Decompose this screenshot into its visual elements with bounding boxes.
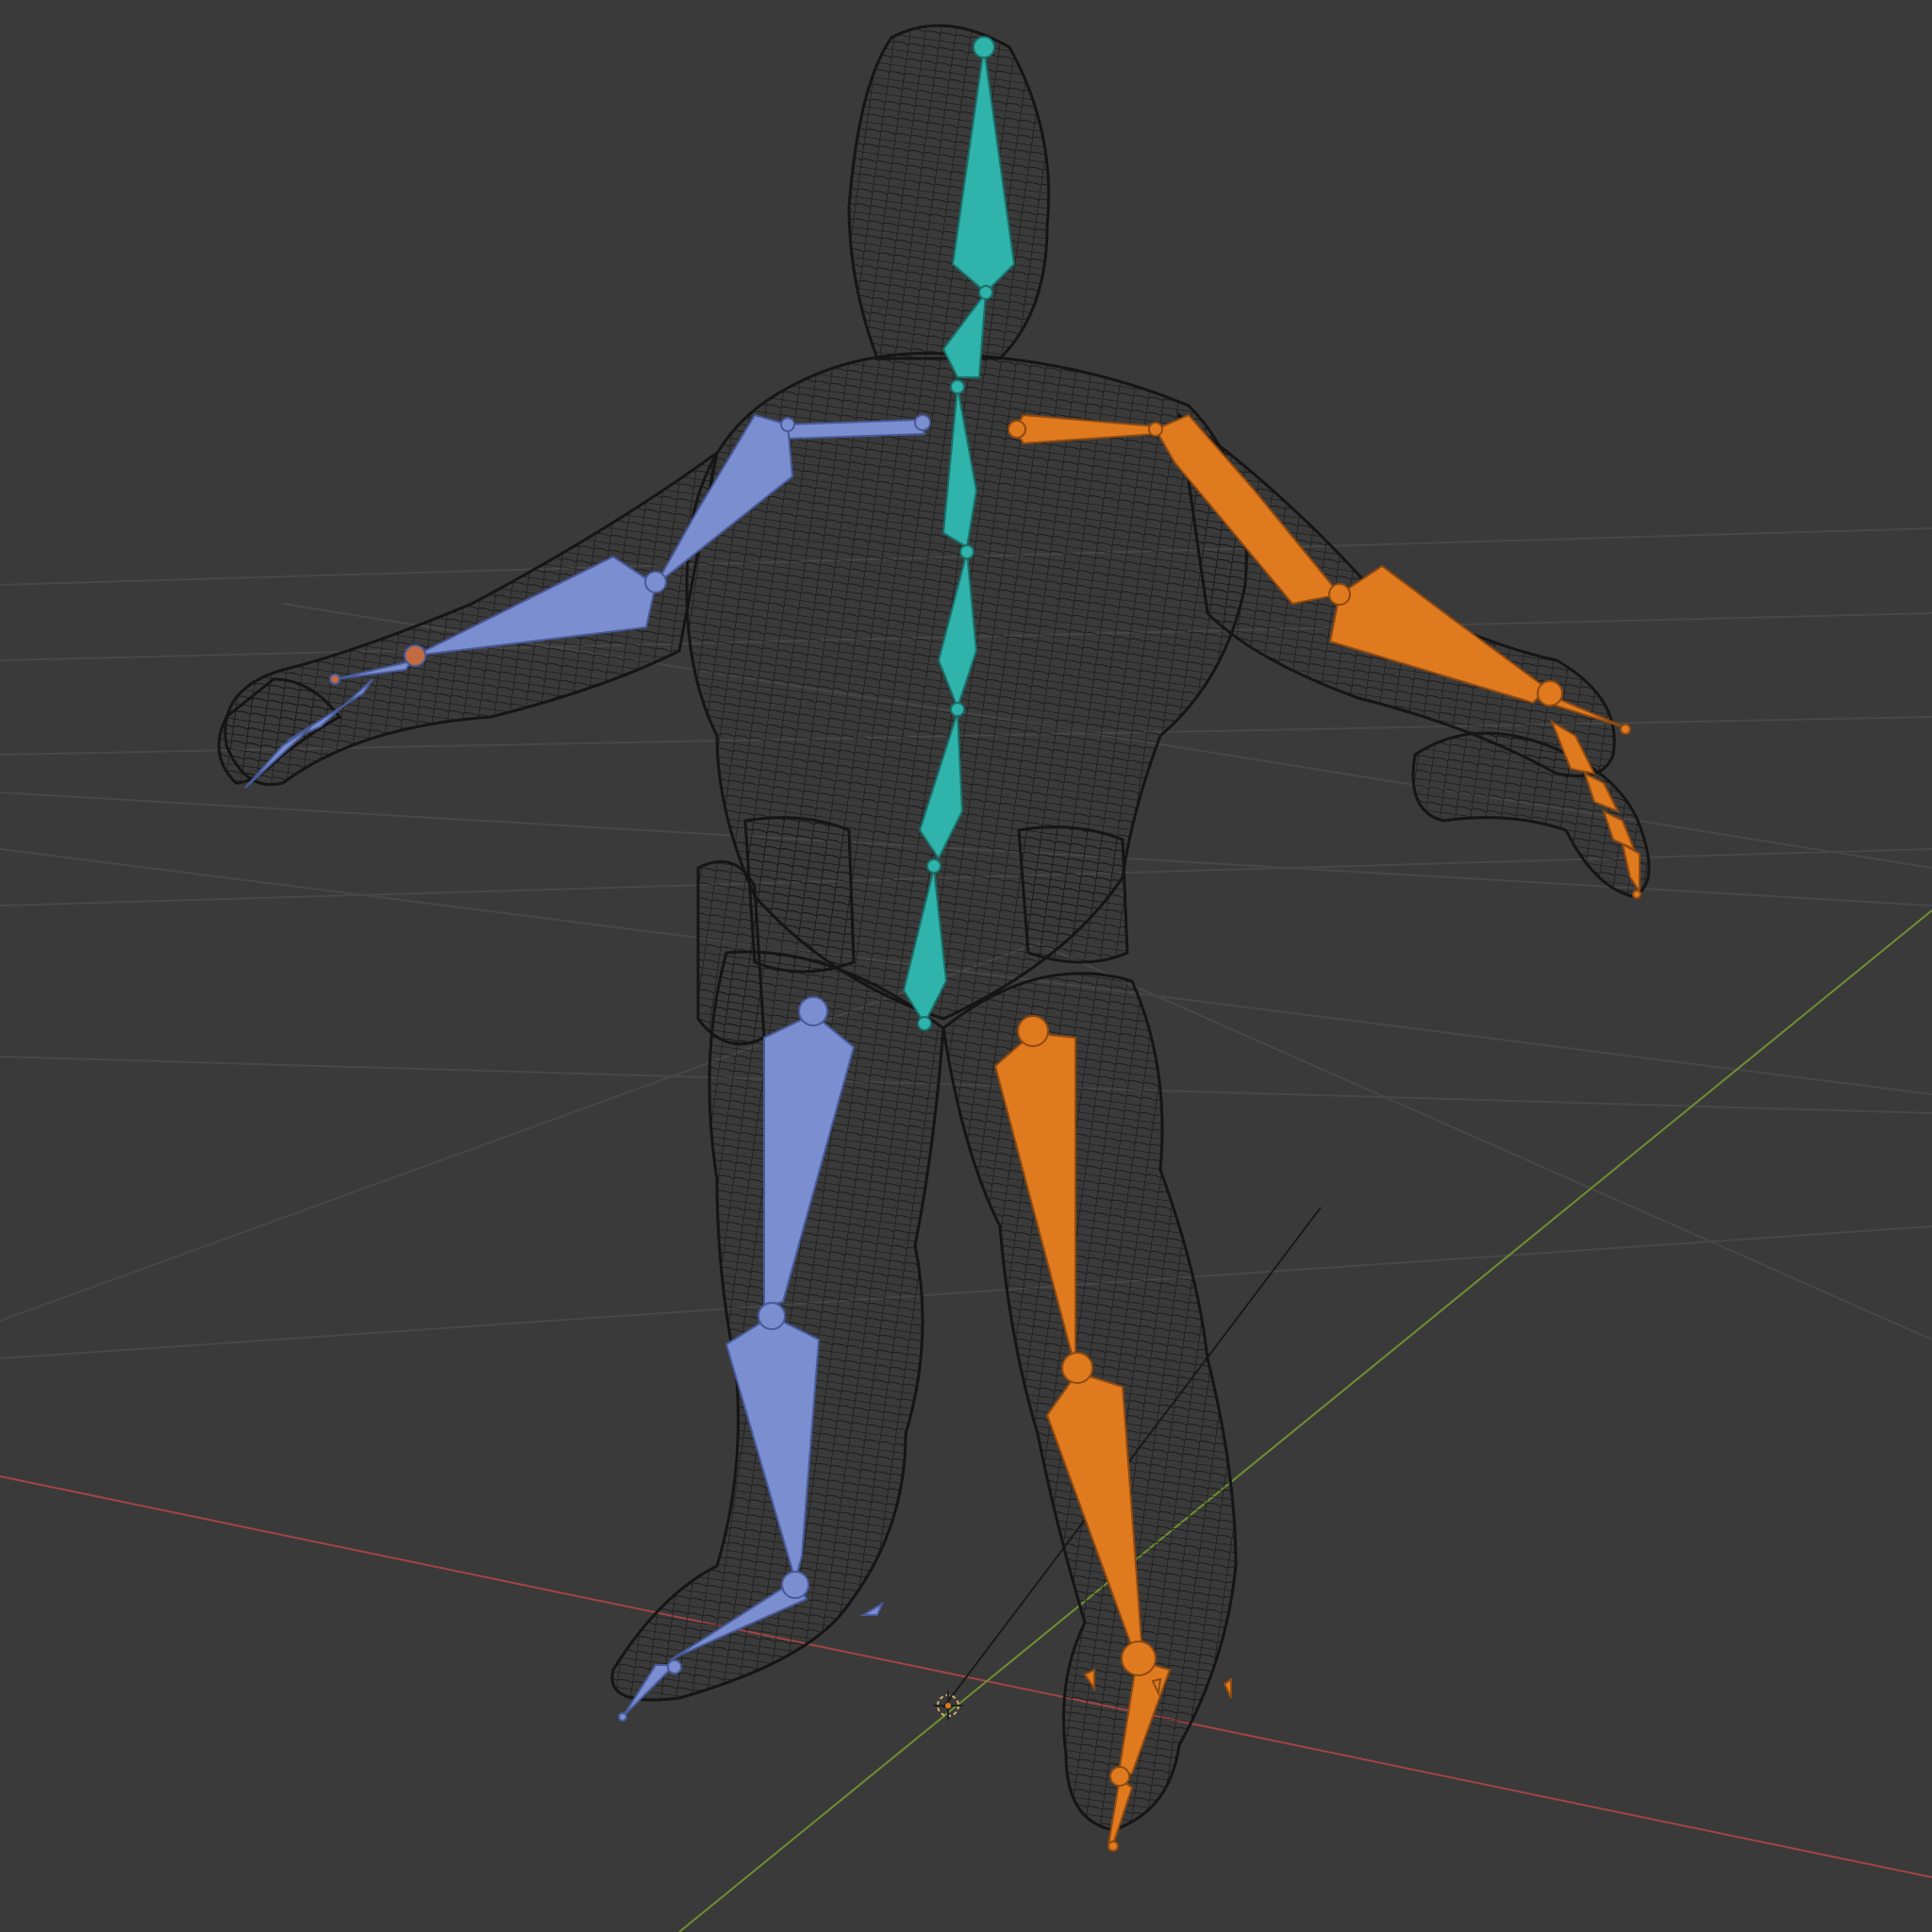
right-finger-end-joint bbox=[1632, 890, 1641, 899]
right-finger-tip-joint bbox=[1620, 724, 1631, 735]
right-heel-bone-c bbox=[1223, 1677, 1232, 1699]
right-elbow-joint bbox=[1328, 583, 1351, 606]
right-ankle-joint bbox=[1121, 1641, 1157, 1676]
3d-viewport[interactable] bbox=[0, 0, 1932, 1932]
right-wrist-joint bbox=[1537, 680, 1563, 707]
spine-lower-joint bbox=[926, 858, 941, 874]
left-wrist-joint bbox=[404, 644, 426, 667]
chest-joint bbox=[950, 379, 965, 394]
right-clavicle-joint bbox=[1008, 420, 1026, 439]
left-heel-bone bbox=[859, 1601, 885, 1616]
left-toe-tip-joint bbox=[618, 1712, 627, 1722]
left-shoulder-joint bbox=[780, 417, 795, 432]
right-knee-joint bbox=[1061, 1352, 1093, 1384]
left-knee-joint bbox=[758, 1302, 786, 1330]
left-ankle-joint bbox=[781, 1571, 809, 1599]
left-elbow-joint bbox=[644, 571, 667, 593]
left-clavicle-joint bbox=[914, 414, 931, 431]
neck-joint bbox=[978, 285, 993, 300]
3d-cursor-icon[interactable] bbox=[933, 1690, 963, 1721]
right-shoulder-joint bbox=[1148, 422, 1163, 437]
left-hip-joint bbox=[798, 996, 828, 1026]
right-toe-tip-joint bbox=[1108, 1840, 1119, 1852]
left-ball-joint bbox=[667, 1659, 682, 1674]
head-joint bbox=[973, 36, 995, 58]
left-finger-tip-joint bbox=[329, 674, 341, 685]
spine-upper-joint bbox=[959, 544, 974, 559]
pelvis-joint bbox=[917, 1016, 932, 1031]
spine-mid-joint bbox=[950, 702, 965, 717]
right-ball-joint bbox=[1109, 1766, 1130, 1787]
right-hip-joint bbox=[1017, 1015, 1049, 1047]
